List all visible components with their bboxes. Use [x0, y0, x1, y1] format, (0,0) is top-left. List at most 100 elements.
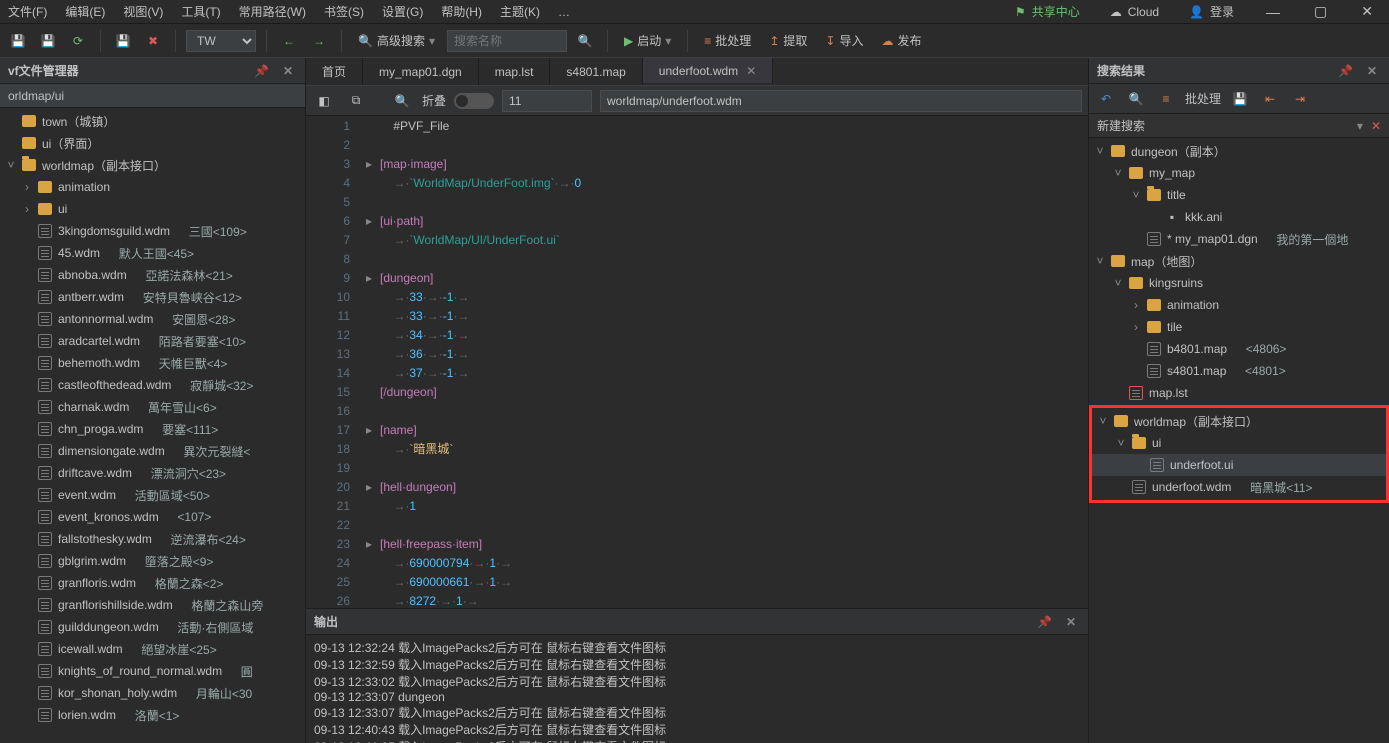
search-tree-item[interactable]: ˅dungeon（副本）: [1089, 140, 1389, 162]
tree-item[interactable]: charnak.wdm 萬年雪山<6>: [0, 396, 305, 418]
new-search-label[interactable]: 新建搜索: [1097, 117, 1145, 134]
close-button[interactable]: ✕: [1351, 1, 1383, 22]
search-tree-item[interactable]: underfoot.ui: [1092, 454, 1386, 476]
close-panel-icon[interactable]: ✕: [279, 64, 297, 78]
tree-item[interactable]: 45.wdm 默人王國<45>: [0, 242, 305, 264]
editor-tab[interactable]: 首页: [306, 58, 363, 85]
line-number-input[interactable]: [502, 90, 592, 112]
tree-item[interactable]: fallstothesky.wdm 逆流瀑布<24>: [0, 528, 305, 550]
search-tree-item[interactable]: ˅map（地图）: [1089, 250, 1389, 272]
menu-routes[interactable]: 常用路径(W): [237, 1, 308, 22]
tree-item[interactable]: antberr.wdm 安特貝魯峡谷<12>: [0, 286, 305, 308]
search-tree-item[interactable]: ˅worldmap（副本接口）: [1092, 410, 1386, 432]
editor-tab[interactable]: my_map01.dgn: [363, 58, 479, 85]
menu-edit[interactable]: 编辑(E): [63, 1, 107, 22]
search-again-icon[interactable]: 🔍: [1125, 88, 1147, 110]
tree-item[interactable]: ›animation: [0, 176, 305, 198]
code-editor[interactable]: 1 #PVF_File23▸[map·image]4 →·`WorldMap/U…: [306, 116, 1088, 608]
search-tree-item[interactable]: map.lst: [1089, 382, 1389, 404]
search-pin-icon[interactable]: 📌: [1334, 64, 1357, 78]
fold-toggle[interactable]: [454, 93, 494, 109]
save-all-icon[interactable]: 💾: [36, 29, 60, 53]
tree-item[interactable]: ›ui: [0, 198, 305, 220]
back-icon[interactable]: ←: [277, 29, 301, 53]
launch-button[interactable]: ▶启动▾: [618, 29, 677, 53]
tree-folder[interactable]: ui（界面）: [0, 132, 305, 154]
window-icon[interactable]: ◧: [312, 89, 336, 113]
tree-item[interactable]: lorien.wdm 洛蘭<1>: [0, 704, 305, 726]
tree-item[interactable]: abnoba.wdm 亞諾法森林<21>: [0, 264, 305, 286]
cloud-button[interactable]: ☁Cloud: [1102, 5, 1167, 19]
minimize-button[interactable]: —: [1256, 2, 1290, 22]
tree-item[interactable]: event_kronos.wdm <107>: [0, 506, 305, 528]
share-center[interactable]: ⚑共享中心: [1007, 3, 1088, 20]
search-name-input[interactable]: [447, 30, 567, 52]
search-tree-item[interactable]: b4801.map <4806>: [1089, 338, 1389, 360]
search-tree-item[interactable]: ›tile: [1089, 316, 1389, 338]
search-export-icon[interactable]: ⇥: [1289, 88, 1311, 110]
search-in-file-icon[interactable]: 🔍: [390, 89, 414, 113]
file-tree[interactable]: town（城镇）ui（界面）˅worldmap（副本接口）›animation›…: [0, 108, 305, 743]
tree-item[interactable]: aradcartel.wdm 陌路者要塞<10>: [0, 330, 305, 352]
maximize-button[interactable]: ▢: [1304, 1, 1337, 22]
search-tree-item[interactable]: ˅title: [1089, 184, 1389, 206]
close-tab-icon[interactable]: ✕: [746, 64, 756, 78]
save-icon[interactable]: 💾: [6, 29, 30, 53]
output-close-icon[interactable]: ✕: [1062, 615, 1080, 629]
menu-tools[interactable]: 工具(T): [179, 1, 222, 22]
output-body[interactable]: 09-13 12:32:24 载入ImagePacks2后方可在 鼠标右键查看文…: [306, 635, 1088, 743]
tree-folder[interactable]: ˅worldmap（副本接口）: [0, 154, 305, 176]
delete-icon[interactable]: ✖: [141, 29, 165, 53]
tree-folder[interactable]: town（城镇）: [0, 110, 305, 132]
editor-tab[interactable]: underfoot.wdm✕: [643, 58, 773, 85]
new-search-close-icon[interactable]: ✕: [1363, 119, 1381, 133]
tree-item[interactable]: event.wdm 活動區域<50>: [0, 484, 305, 506]
tree-item[interactable]: behemoth.wdm 天帷巨獸<4>: [0, 352, 305, 374]
search-close-icon[interactable]: ✕: [1363, 64, 1381, 78]
tree-item[interactable]: gblgrim.wdm 墮落之殿<9>: [0, 550, 305, 572]
menu-theme[interactable]: 主题(K): [498, 1, 542, 22]
menu-view[interactable]: 视图(V): [121, 1, 165, 22]
tree-item[interactable]: granflorishillside.wdm 格蘭之森山旁: [0, 594, 305, 616]
menu-file[interactable]: 文件(F): [6, 1, 49, 22]
tree-item[interactable]: chn_proga.wdm 要塞<111>: [0, 418, 305, 440]
search-go-icon[interactable]: 🔍: [573, 29, 597, 53]
search-tree-item[interactable]: s4801.map <4801>: [1089, 360, 1389, 382]
output-pin-icon[interactable]: 📌: [1033, 615, 1056, 629]
tree-item[interactable]: castleofthedead.wdm 寂靜城<32>: [0, 374, 305, 396]
search-tree-item[interactable]: underfoot.wdm 暗黑城<11>: [1092, 476, 1386, 498]
tree-item[interactable]: kor_shonan_holy.wdm 月輪山<30: [0, 682, 305, 704]
tree-item[interactable]: icewall.wdm 絕望冰崖<25>: [0, 638, 305, 660]
login-button[interactable]: 👤登录: [1181, 3, 1242, 20]
tree-item[interactable]: granfloris.wdm 格蘭之森<2>: [0, 572, 305, 594]
publish-button[interactable]: ☁发布: [875, 29, 927, 53]
menu-bookmarks[interactable]: 书签(S): [322, 1, 366, 22]
tree-item[interactable]: 3kingdomsguild.wdm 三國<109>: [0, 220, 305, 242]
menu-more-icon[interactable]: …: [556, 3, 572, 21]
tree-item[interactable]: guilddungeon.wdm 活動·右側區域: [0, 616, 305, 638]
undo-search-icon[interactable]: ↶: [1095, 88, 1117, 110]
copy-icon[interactable]: ⧉: [344, 89, 368, 113]
batch-button[interactable]: ≡批处理: [698, 29, 757, 53]
editor-tab[interactable]: map.lst: [479, 58, 551, 85]
menu-help[interactable]: 帮助(H): [439, 1, 484, 22]
tree-item[interactable]: antonnormal.wdm 安圖恩<28>: [0, 308, 305, 330]
menu-settings[interactable]: 设置(G): [380, 1, 425, 22]
tree-item[interactable]: driftcave.wdm 漂流洞穴<23>: [0, 462, 305, 484]
search-batch-icon[interactable]: ≡: [1155, 88, 1177, 110]
editor-tab[interactable]: s4801.map: [550, 58, 642, 85]
pin-icon[interactable]: 📌: [250, 64, 273, 78]
tree-item[interactable]: knights_of_round_normal.wdm 圓: [0, 660, 305, 682]
adv-search-button[interactable]: 🔍高级搜索▾: [352, 29, 441, 53]
tree-item[interactable]: dimensiongate.wdm 異次元裂縫<: [0, 440, 305, 462]
search-tree-item[interactable]: ˅ui: [1092, 432, 1386, 454]
search-save-icon[interactable]: 💾: [1229, 88, 1251, 110]
search-tree-item[interactable]: ›animation: [1089, 294, 1389, 316]
search-tree-item[interactable]: ˅kingsruins: [1089, 272, 1389, 294]
save-alt-icon[interactable]: 💾: [111, 29, 135, 53]
import-button[interactable]: ↧导入: [819, 29, 869, 53]
forward-icon[interactable]: →: [307, 29, 331, 53]
refresh-icon[interactable]: ⟳: [66, 29, 90, 53]
search-tree-item[interactable]: ˅my_map: [1089, 162, 1389, 184]
search-tree-item[interactable]: ▪kkk.ani: [1089, 206, 1389, 228]
